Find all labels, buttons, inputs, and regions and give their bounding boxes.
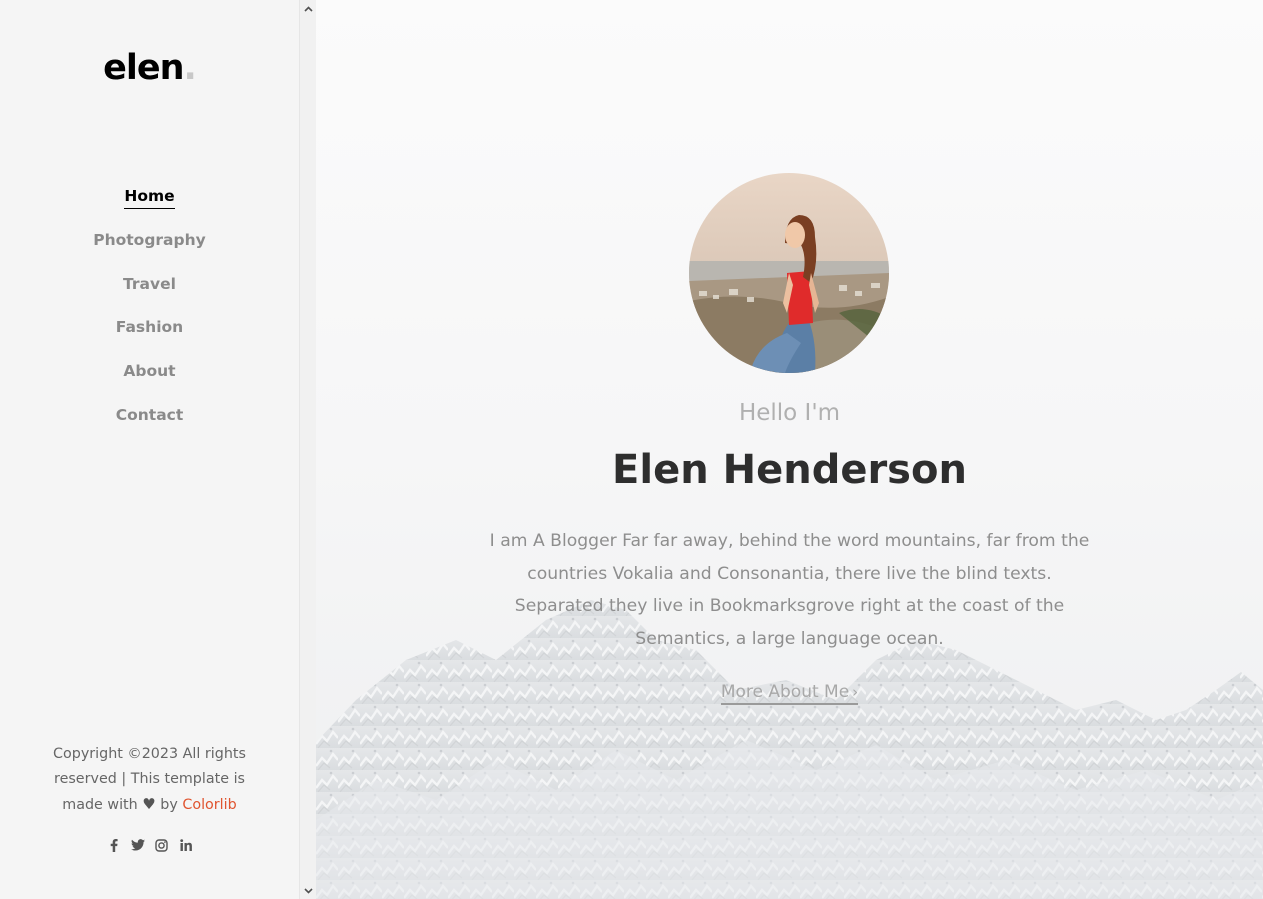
scroll-up-icon[interactable] (300, 0, 316, 17)
facebook-icon[interactable] (107, 836, 121, 854)
twitter-icon[interactable] (130, 836, 145, 854)
social-links (0, 836, 299, 854)
nav-label: Travel (123, 274, 176, 293)
heart-icon: ♥ (142, 795, 156, 813)
nav-item-about[interactable]: About (0, 358, 299, 402)
nav-label: Contact (115, 405, 184, 424)
credit-line: made with ♥ by Colorlib (40, 792, 259, 818)
sidebar-footer: Copyright ©2023 All rights reserved | Th… (40, 742, 259, 818)
nav-label: Fashion (115, 318, 184, 337)
logo-dot: . (183, 48, 197, 88)
scrollbar-thumb[interactable] (301, 17, 316, 882)
by-text: by (160, 797, 178, 813)
nav-item-fashion[interactable]: Fashion (0, 314, 299, 358)
sidebar-scrollbar[interactable] (299, 0, 316, 899)
scroll-down-icon[interactable] (300, 882, 316, 899)
site-logo[interactable]: elen. (0, 48, 299, 88)
nav-item-home[interactable]: Home (0, 183, 299, 227)
copyright-line: reserved | This template is (54, 771, 245, 787)
instagram-icon[interactable] (155, 836, 169, 854)
nav-label: Photography (93, 230, 206, 249)
sidebar: elen. Home Photography Travel Fashion Ab… (0, 0, 299, 899)
copyright-line: Copyright ©2023 All rights (53, 746, 246, 762)
nav-label: Home (124, 184, 175, 209)
main-nav: Home Photography Travel Fashion About Co… (0, 183, 299, 446)
hero-name: Elen Henderson (612, 447, 967, 493)
more-about-label: More About Me (720, 682, 850, 702)
linkedin-icon[interactable] (179, 836, 193, 854)
more-about-wrapper: More About Me › (316, 682, 1263, 705)
colorlib-link[interactable]: Colorlib (182, 797, 236, 813)
hero-section: Hello I'm Elen Henderson I am A Blogger … (316, 0, 1263, 899)
nav-item-contact[interactable]: Contact (0, 402, 299, 446)
hero-bio: I am A Blogger Far far away, behind the … (489, 531, 1090, 649)
nav-item-photography[interactable]: Photography (0, 227, 299, 271)
chevron-right-icon: › (852, 683, 859, 701)
hero-greeting: Hello I'm (738, 400, 841, 426)
made-with-text: made with (62, 797, 138, 813)
nav-label: About (123, 362, 176, 381)
nav-item-travel[interactable]: Travel (0, 271, 299, 315)
more-about-button[interactable]: More About Me › (720, 682, 859, 705)
profile-avatar (689, 173, 889, 373)
logo-text: elen (103, 48, 184, 88)
